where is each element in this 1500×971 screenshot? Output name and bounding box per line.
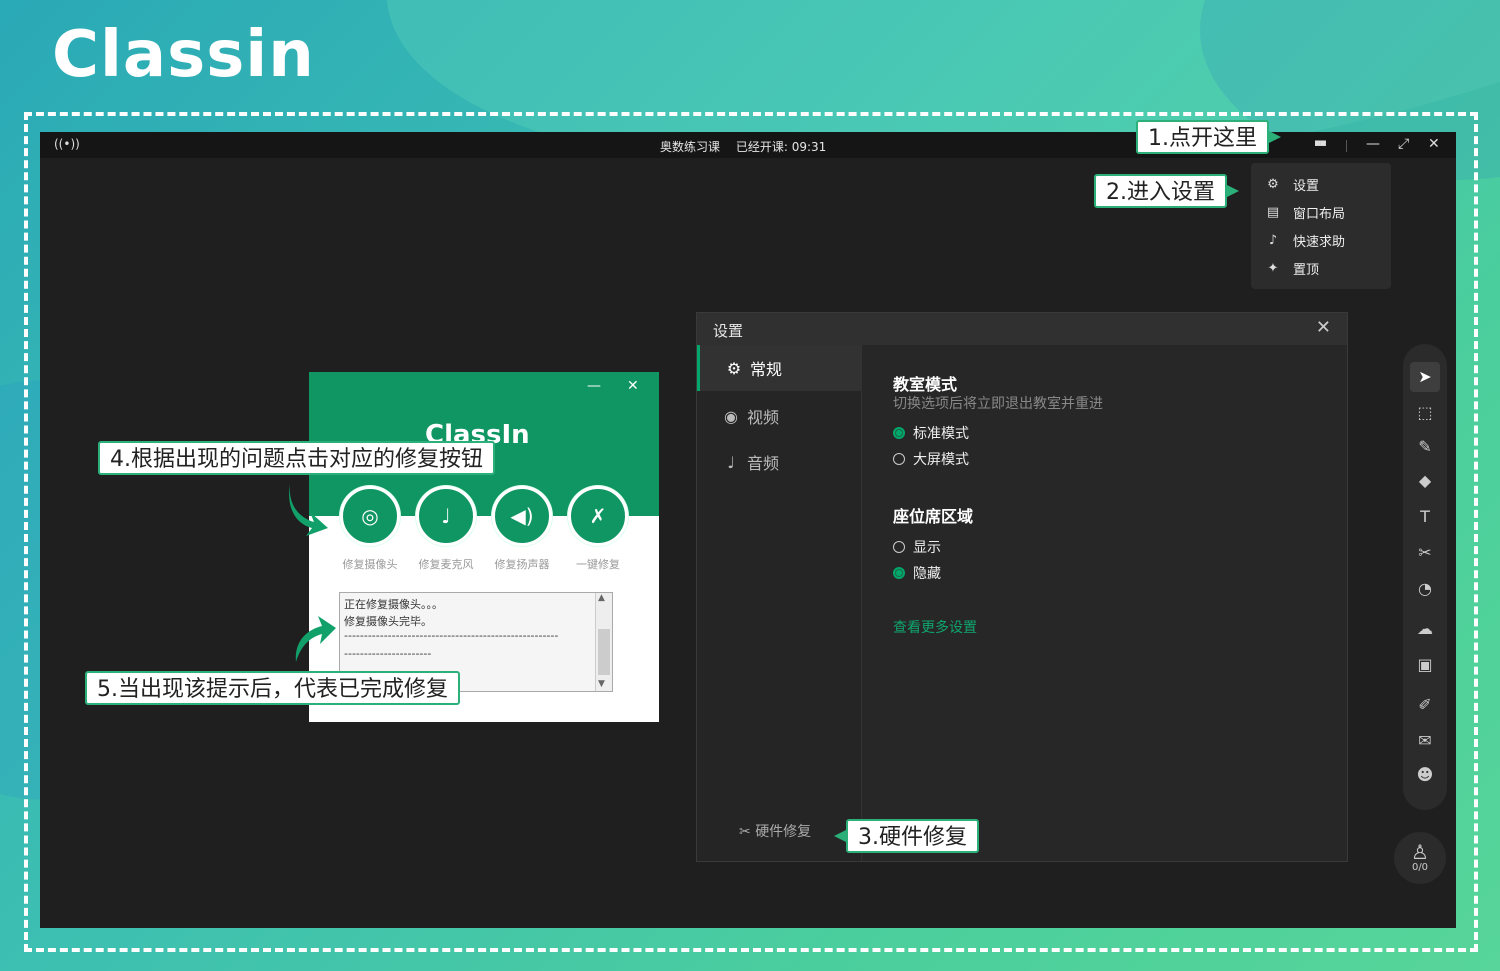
microphone-icon: ♩ xyxy=(727,452,735,472)
menu-item-layout[interactable]: ▤ 窗口布局 xyxy=(1265,201,1345,223)
camera-icon: ◎ xyxy=(361,504,379,528)
radio-dot xyxy=(893,567,905,579)
broadcast-icon: ((•)) xyxy=(54,137,80,151)
divider xyxy=(1346,140,1347,152)
scroll-thumb[interactable] xyxy=(598,629,610,675)
tab-audio[interactable]: ♩ 音频 xyxy=(697,439,861,485)
callout-5: 5.当出现该提示后，代表已完成修复 xyxy=(85,671,460,705)
class-elapsed: 已经开课: 09:31 xyxy=(735,140,827,154)
fix-all-label: 一键修复 xyxy=(576,558,620,571)
radio-show[interactable]: 显示 xyxy=(893,537,941,557)
radio-dot xyxy=(893,453,905,465)
fix-camera-label: 修复摄像头 xyxy=(342,558,398,571)
microphone-icon: ♩ xyxy=(441,504,451,528)
fix-all-button[interactable]: ✗ xyxy=(568,486,628,546)
hardware-repair-link[interactable]: ✂ 硬件修复 xyxy=(739,821,811,841)
seat-button[interactable]: ♙ 0/0 xyxy=(1394,832,1446,884)
arrow-icon xyxy=(289,484,328,536)
select-icon[interactable]: ⬚ xyxy=(1403,400,1447,426)
wrench-icon: ✗ xyxy=(589,504,607,528)
pen-icon[interactable]: ✎ xyxy=(1403,434,1447,460)
whiteboard-toolbar: ➤ ⬚ ✎ ◆ T ✂ ◔ ☁ ▣ ✐ ✉ ☻ xyxy=(1403,344,1447,810)
callout-3: 3.硬件修复 xyxy=(834,819,979,853)
cursor-icon[interactable]: ➤ xyxy=(1410,362,1440,392)
settings-sidebar: ⚙ 常规 ◉ 视频 ♩ 音频 ✂ 硬件修复 xyxy=(697,345,862,861)
settings-close-button[interactable]: ✕ xyxy=(1316,317,1331,338)
seat-area-title: 座位席区域 xyxy=(893,507,974,526)
repair-window: — ✕ ClassIn ◎ ♩ ◀) ✗ 修复摄像头 修复麦克风 修复扬声器 一… xyxy=(309,372,659,722)
class-name: 奥数练习课 xyxy=(660,140,721,154)
log-line: ---------------------- xyxy=(344,647,432,660)
fix-camera-button[interactable]: ◎ xyxy=(340,486,400,546)
users-icon[interactable]: ☻ xyxy=(1403,762,1447,788)
text-icon[interactable]: T xyxy=(1403,504,1447,530)
gear-icon: ⚙ xyxy=(726,358,742,378)
classroom-mode-title: 教室模式 xyxy=(893,375,958,394)
eraser-icon[interactable]: ◆ xyxy=(1403,468,1447,494)
bell-icon: ♪ xyxy=(1268,232,1278,248)
menu-item-settings[interactable]: ⚙ 设置 xyxy=(1265,173,1319,195)
fix-microphone-button[interactable]: ♩ xyxy=(416,486,476,546)
fix-speaker-button[interactable]: ◀) xyxy=(492,486,552,546)
fix-speaker-label: 修复扬声器 xyxy=(494,558,550,571)
speaker-icon: ◀) xyxy=(510,504,534,528)
tools-icon: ✂ xyxy=(739,824,756,840)
dropdown-menu: ⚙ 设置 ▤ 窗口布局 ♪ 快速求助 ✦ 置顶 xyxy=(1251,163,1391,289)
chat-icon[interactable]: ✉ xyxy=(1403,728,1447,754)
camera-icon: ◉ xyxy=(724,406,738,426)
callout-4: 4.根据出现的问题点击对应的修复按钮 xyxy=(98,441,495,475)
pin-icon: ✦ xyxy=(1267,260,1279,276)
classroom-mode-subtitle: 切换选项后将立即退出教室并重进 xyxy=(893,396,1103,412)
restore-button[interactable]: ⤢ xyxy=(1398,136,1409,152)
minimize-button[interactable]: — xyxy=(1366,136,1380,152)
more-settings-link[interactable]: 查看更多设置 xyxy=(893,617,977,637)
callout-1: 1.点开这里 xyxy=(1136,120,1281,154)
radio-hide[interactable]: 隐藏 xyxy=(893,563,941,583)
settings-title: 设置 xyxy=(713,322,744,340)
repair-close-button[interactable]: ✕ xyxy=(627,378,639,394)
scroll-up-icon[interactable]: ▲ xyxy=(598,593,605,603)
classroom-window: ((•)) 奥数练习课 已经开课: 09:31 ▪▪ — ⤢ ✕ ⚙ 设置 ▤ 窗口… xyxy=(40,132,1456,928)
log-scrollbar[interactable]: ▲ ▼ xyxy=(595,593,612,691)
tab-video[interactable]: ◉ 视频 xyxy=(697,393,861,439)
timer-icon[interactable]: ◔ xyxy=(1403,576,1447,602)
menu-item-pin[interactable]: ✦ 置顶 xyxy=(1265,257,1319,279)
settings-dialog: 设置 ✕ ⚙ 常规 ◉ 视频 ♩ 音频 ✂ 硬件修复 教室模式 切换选项后将立即退出教… xyxy=(696,312,1348,862)
class-title: 奥数练习课 已经开课: 09:31 xyxy=(660,138,838,155)
close-button[interactable]: ✕ xyxy=(1428,136,1440,152)
edit-icon[interactable]: ✐ xyxy=(1403,692,1447,718)
log-line: 正在修复摄像头。。。 xyxy=(344,598,443,611)
log-line: 修复摄像头完毕。 xyxy=(344,615,432,628)
scroll-down-icon[interactable]: ▼ xyxy=(598,679,605,689)
brand-logo: Classin xyxy=(52,18,315,92)
tab-general[interactable]: ⚙ 常规 xyxy=(697,345,861,391)
repair-minimize-button[interactable]: — xyxy=(587,378,601,394)
callout-2: 2.进入设置 xyxy=(1094,174,1239,208)
radio-large-screen-mode[interactable]: 大屏模式 xyxy=(893,449,969,469)
log-line: ----------------------------------------… xyxy=(344,629,559,642)
radio-standard-mode[interactable]: 标准模式 xyxy=(893,423,969,443)
arrow-icon xyxy=(295,616,336,662)
toolbox-icon[interactable]: ▣ xyxy=(1403,652,1447,678)
cloud-icon[interactable]: ☁ xyxy=(1403,616,1447,642)
radio-dot xyxy=(893,427,905,439)
menu-item-help[interactable]: ♪ 快速求助 xyxy=(1265,229,1345,251)
fix-microphone-label: 修复麦克风 xyxy=(418,558,474,571)
seat-count: 0/0 xyxy=(1411,862,1429,873)
radio-dot xyxy=(893,541,905,553)
scissors-icon[interactable]: ✂ xyxy=(1403,540,1447,566)
grid-menu-icon[interactable]: ▪▪ xyxy=(1314,136,1327,149)
layout-icon: ▤ xyxy=(1266,204,1280,220)
settings-header: 设置 ✕ xyxy=(697,313,1347,345)
seat-icon: ♙ xyxy=(1411,840,1429,864)
gear-icon: ⚙ xyxy=(1267,176,1279,192)
